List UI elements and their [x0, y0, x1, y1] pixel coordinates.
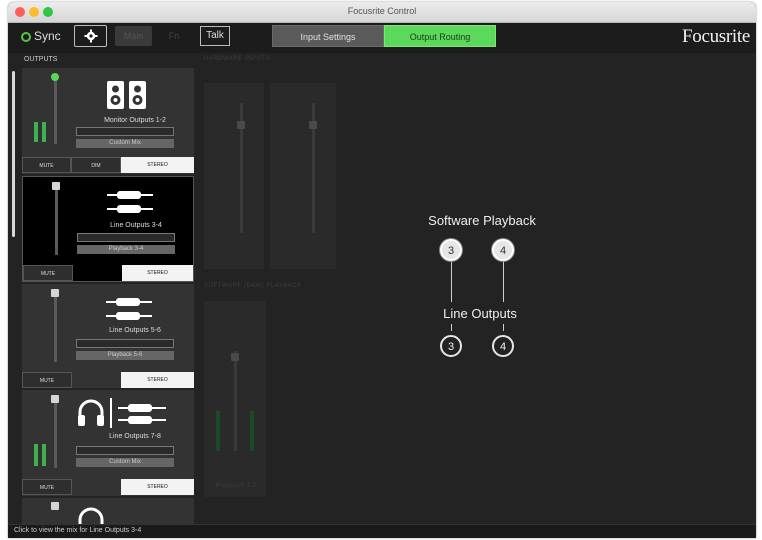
level-meter-left [34, 444, 38, 466]
stereo-button[interactable]: STEREO [121, 479, 194, 495]
line-cable-icon [106, 298, 152, 320]
main-button[interactable]: Main [115, 26, 152, 46]
channel-name: Monitor Outputs 1-2 [104, 117, 166, 124]
stereo-button[interactable]: STEREO [121, 372, 194, 388]
output-channel-line-5-6[interactable]: Line Outputs 5-6 Playback 5-6 MUTE STERE… [22, 284, 194, 388]
title-bar: Focusrite Control [8, 2, 756, 23]
fader-handle[interactable] [51, 289, 59, 297]
fader-track [55, 185, 58, 255]
output-channel-line-7-8[interactable]: Line Outputs 7-8 Custom Mix MUTE STEREO [22, 390, 194, 496]
mix-name-field[interactable] [76, 127, 174, 136]
toolbar: Sync Main Fn Talk Input Settings Output … [8, 23, 756, 53]
level-meter-right [250, 411, 254, 451]
playback-label: Playback 1-2 [216, 483, 257, 489]
fader-handle [231, 353, 239, 361]
dim-button[interactable]: DIM [71, 157, 121, 173]
mix-select-button[interactable]: Playback 3-4 [77, 245, 175, 254]
fader-handle[interactable] [51, 502, 59, 510]
software-playback-heading: SOFTWARE (DAW) PLAYBACK [204, 283, 302, 289]
routing-connection-3 [451, 324, 452, 331]
headphones-icon [78, 399, 104, 426]
sync-indicator-icon [21, 32, 31, 42]
fader-handle [237, 121, 245, 129]
status-text: Click to view the mix for Line Outputs 3… [14, 527, 142, 534]
fn-button[interactable]: Fn [159, 26, 189, 46]
hardware-input-strip [270, 83, 336, 269]
fader-handle[interactable] [51, 73, 59, 81]
stereo-button[interactable]: STEREO [122, 265, 193, 281]
outputs-scrollbar[interactable] [12, 71, 15, 237]
mix-name-field[interactable] [76, 339, 174, 348]
window-title: Focusrite Control [347, 6, 417, 16]
mix-name-field[interactable] [76, 446, 174, 455]
line-output-node-3[interactable]: 3 [440, 335, 462, 357]
stereo-button[interactable]: STEREO [121, 157, 194, 173]
routing-connection-4 [503, 262, 504, 302]
mute-button[interactable]: MUTE [22, 479, 72, 495]
fader-track [54, 76, 57, 144]
routing-connection-3 [451, 262, 452, 302]
mix-select-button[interactable]: Custom Mix [76, 458, 174, 467]
outputs-heading: OUTPUTS [24, 56, 58, 63]
level-meter-right [42, 122, 46, 142]
output-channel-line-3-4[interactable]: Line Outputs 3-4 Playback 3-4 MUTE STERE… [22, 176, 194, 282]
mix-select-button[interactable]: Playback 5-6 [76, 351, 174, 360]
output-channel-monitor-1-2[interactable]: Monitor Outputs 1-2 Custom Mix MUTE DIM … [22, 68, 194, 174]
routing-destination-title: Line Outputs [443, 306, 517, 321]
talk-button[interactable]: Talk [200, 26, 230, 46]
mute-button[interactable]: MUTE [22, 372, 72, 388]
fader-track [54, 292, 57, 362]
output-channel-partial[interactable] [22, 498, 194, 524]
routing-connection-4 [503, 324, 504, 331]
speakers-icon [107, 81, 146, 109]
focusrite-logo: Focusrite [681, 26, 750, 47]
tab-output-routing[interactable]: Output Routing [384, 25, 496, 47]
hardware-input-strip [204, 83, 264, 269]
main-content: OUTPUTS Monitor Outputs 1-2 Custom Mix M… [8, 53, 756, 524]
level-meter-left [216, 411, 220, 451]
hardware-inputs-heading: HARDWARE INPUTS [204, 56, 270, 62]
channel-name: Line Outputs 5-6 [109, 327, 161, 334]
app-window: Focusrite Control Sync Main Fn Talk Inpu… [8, 2, 756, 538]
gear-icon [84, 29, 98, 43]
sync-label: Sync [34, 29, 61, 43]
tab-input-settings[interactable]: Input Settings [272, 25, 384, 47]
headphones-icon [78, 507, 104, 524]
fader-handle[interactable] [52, 182, 60, 190]
level-meter-left [34, 122, 38, 142]
software-playback-node-3[interactable]: 3 [440, 239, 462, 261]
settings-button[interactable] [74, 25, 107, 47]
mute-button[interactable]: MUTE [23, 265, 73, 281]
fader-handle [309, 121, 317, 129]
level-meter-right [42, 444, 46, 466]
line-cable-icon [110, 398, 166, 428]
fader-track [234, 351, 237, 451]
mix-select-button[interactable]: Custom Mix [76, 139, 174, 148]
line-cable-icon [107, 191, 153, 213]
channel-name: Line Outputs 3-4 [110, 222, 162, 229]
status-bar: Click to view the mix for Line Outputs 3… [8, 524, 756, 538]
fader-track [54, 398, 57, 468]
playback-strip: Playback 1-2 [204, 301, 266, 497]
line-output-node-4[interactable]: 4 [492, 335, 514, 357]
mix-name-field[interactable] [77, 233, 175, 242]
mute-button[interactable]: MUTE [22, 157, 71, 173]
routing-source-title: Software Playback [428, 213, 536, 228]
fader-handle[interactable] [51, 395, 59, 403]
channel-name: Line Outputs 7-8 [109, 433, 161, 440]
software-playback-node-4[interactable]: 4 [492, 239, 514, 261]
